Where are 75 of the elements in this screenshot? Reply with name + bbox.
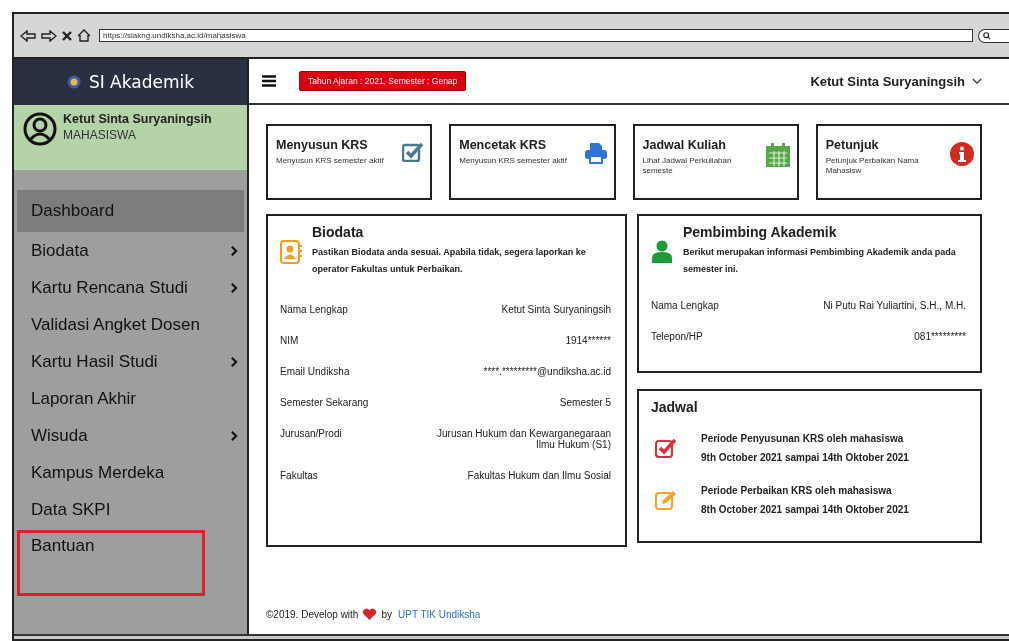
copyright-text: ©2019. Develop with: [266, 609, 359, 620]
schedule-dates: 9th October 2021 sampai 14th Oktober 2021: [701, 451, 909, 465]
field-value: ****.*********@undiksha.ac.id: [483, 366, 611, 377]
info-icon: [950, 142, 974, 166]
card-title: Menyusun KRS: [276, 138, 369, 152]
close-icon[interactable]: [62, 30, 72, 41]
schedule-dates: 8th October 2021 sampai 14th Oktober 2021: [701, 503, 909, 517]
nav-item[interactable]: Biodata: [17, 232, 244, 269]
field-value: Fakultas Hukum dan Ilmu Sosial: [467, 470, 611, 481]
home-icon[interactable]: [77, 29, 91, 42]
field-label: Nama Lengkap: [280, 304, 348, 315]
card-subtitle: Menyusun KRS semester aktif: [276, 156, 384, 166]
person-icon: [651, 240, 673, 264]
logo-icon: [66, 75, 81, 89]
card-title: Jadwal: [651, 399, 699, 415]
search-field[interactable]: [978, 28, 1009, 43]
field-label: Telepon/HP: [651, 331, 703, 342]
edit-icon: [655, 490, 677, 510]
card-description: Pastikan Biodata anda sesuai. Apabila tidak, segera laporkan ke operator Fakultas untuk Perbaikan.: [312, 246, 587, 276]
field-label: Email Undiksha: [280, 366, 350, 377]
field-value: Ketut Sinta Suryaningsih: [501, 304, 611, 315]
card-title: Petunjuk: [825, 138, 880, 152]
shortcut-card[interactable]: Mencetak KRS Menyusun KRS semester aktif: [449, 124, 616, 200]
shortcut-card[interactable]: Menyusun KRS Menyusun KRS semester aktif: [266, 124, 433, 200]
field-label: Nama Lengkap: [651, 300, 719, 311]
shortcut-card[interactable]: Jadwal Kuliah Lihat Jadwal Perkuliahan semeste: [632, 124, 799, 200]
field-value: Ni Putu Rai Yuliartini, S.H., M.H.: [823, 300, 966, 311]
app-title: SI Akademik: [88, 72, 195, 92]
card-subtitle: Lihat Jadwal Perkuliahan semeste: [642, 156, 733, 176]
checkbox-icon: [402, 142, 425, 162]
card-title: Jadwal Kuliah: [642, 138, 727, 152]
caret-icon: [972, 77, 982, 85]
field-value: 081*********: [914, 331, 966, 342]
semester-badge: Tahun Ajaran : 2021, Semester : Genap: [299, 71, 467, 91]
nav-item[interactable]: Validasi Angket Dosen: [17, 306, 244, 343]
forward-icon[interactable]: [41, 29, 57, 42]
user-name: Ketut Sinta Suryaningsih: [63, 112, 212, 126]
card-title: Mencetak KRS: [459, 138, 548, 152]
calendar-icon: [764, 142, 791, 168]
contact-book-icon: [280, 240, 302, 264]
shortcut-card[interactable]: Petunjuk Petunjuk Perbaikan Nama Mahasisw: [815, 124, 982, 200]
footer-text: by: [381, 609, 392, 620]
schedule-title: Periode Perbaikan KRS oleh mahasiswa: [701, 484, 893, 498]
field-value: Semester 5: [559, 397, 611, 408]
card-subtitle: Petunjuk Perbaikan Nama Mahasisw: [825, 156, 920, 176]
nav-item[interactable]: Wisuda: [17, 417, 244, 454]
nav-item[interactable]: Kampus Merdeka: [17, 454, 244, 491]
user-menu[interactable]: Ketut Sinta Suryaningsih: [810, 73, 982, 89]
user-role: MAHASISWA: [63, 128, 137, 142]
checkbox-icon: [655, 438, 677, 458]
field-label: Fakultas: [280, 470, 318, 481]
search-icon: [983, 31, 991, 40]
field-value: Jurusan Hukum dan Kewarganegaraan Ilmu Hukum (S1): [437, 428, 611, 450]
card-description: Berikut merupakan informasi Pembimbing Akademik anda pada semester ini.: [683, 246, 957, 276]
card-title: Pembimbing Akademik: [683, 224, 838, 240]
avatar-icon: [23, 112, 57, 146]
nav-item[interactable]: Kartu Rencana Studi: [17, 269, 244, 306]
nav-item[interactable]: Kartu Hasil Studi: [17, 343, 244, 380]
field-label: NIM: [280, 335, 299, 346]
back-icon[interactable]: [20, 29, 36, 42]
nav-item[interactable]: Bantuan: [17, 530, 205, 596]
menu-icon[interactable]: [262, 75, 276, 87]
schedule-title: Periode Penyusunan KRS oleh mahasiswa: [701, 432, 905, 446]
nav-item[interactable]: Dashboard: [17, 190, 244, 232]
address-field[interactable]: https://siakng.undiksha.ac.id/mahasiswa: [99, 29, 973, 42]
field-label: Jurusan/Prodi: [280, 428, 342, 439]
field-value: 1914******: [565, 335, 611, 346]
heart-icon: [362, 608, 378, 621]
printer-icon: [583, 142, 608, 164]
nav-item[interactable]: Laporan Akhir: [17, 380, 244, 417]
footer-link[interactable]: UPT TIK Undiksha: [398, 609, 481, 620]
card-title: Biodata: [312, 224, 365, 240]
card-subtitle: Menyusun KRS semester aktif: [459, 156, 567, 166]
nav-item[interactable]: Data SKPI: [17, 491, 244, 528]
field-label: Semester Sekarang: [280, 397, 369, 408]
